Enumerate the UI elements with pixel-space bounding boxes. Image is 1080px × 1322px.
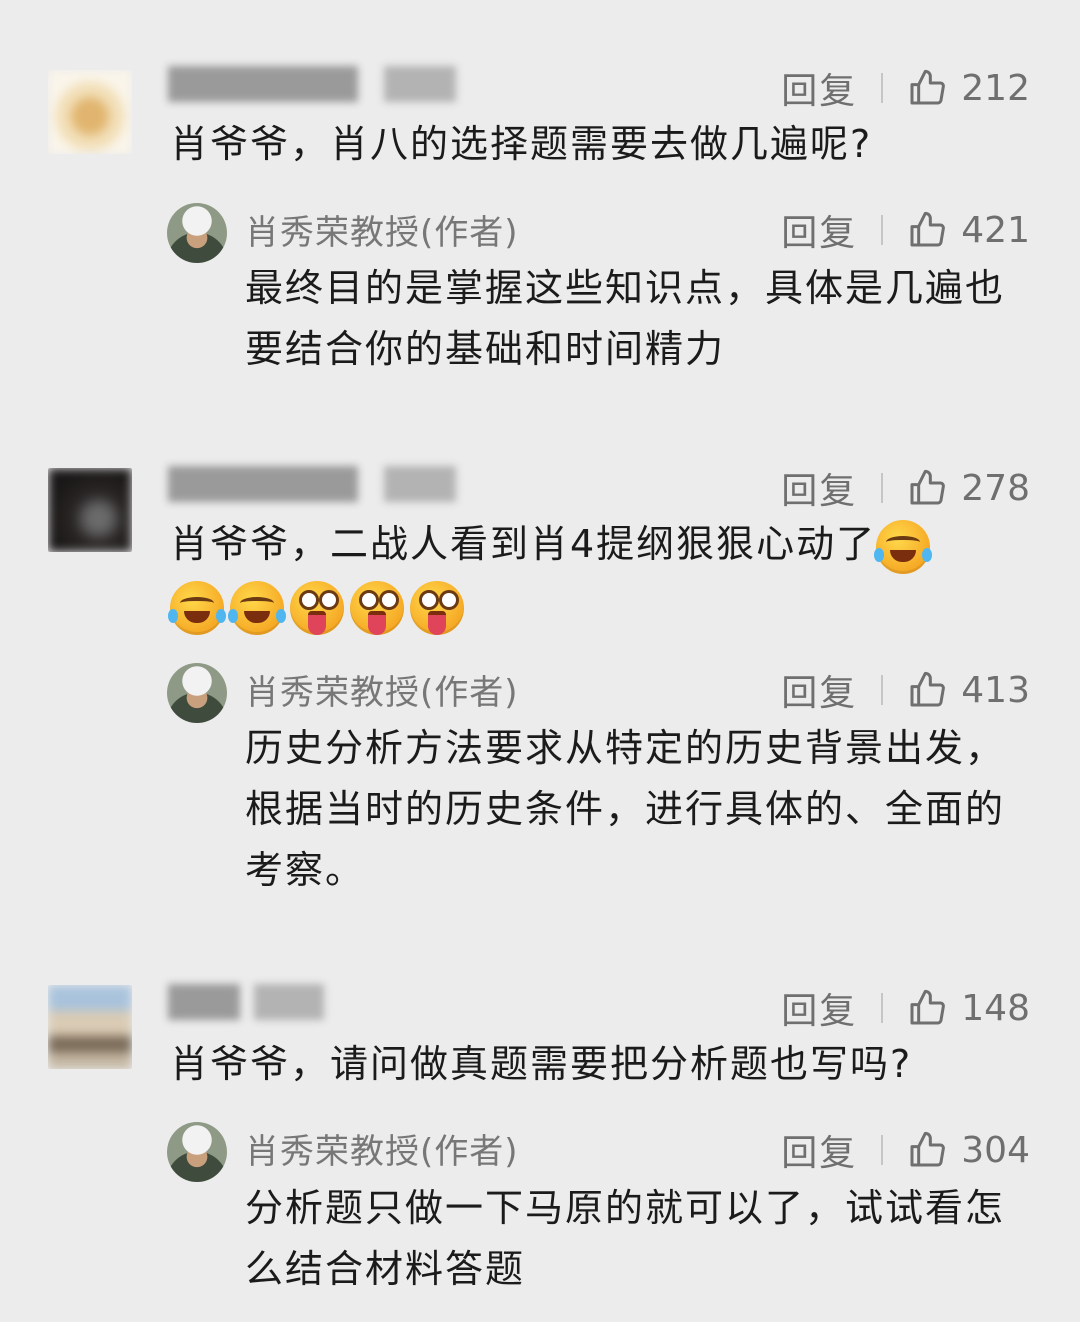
thumbs-up-icon[interactable] <box>907 1130 947 1170</box>
author-name[interactable]: 肖秀荣教授(作者) <box>245 665 519 714</box>
author-name[interactable]: 肖秀荣教授(作者) <box>245 1124 519 1173</box>
author-avatar[interactable] <box>167 203 227 263</box>
reply-text: 最终目的是掌握这些知识点，具体是几遍也要结合你的基础和时间精力 <box>245 266 1006 371</box>
like-count: 278 <box>961 467 1030 509</box>
thumbs-up-icon[interactable] <box>907 988 947 1028</box>
username-blurred[interactable] <box>168 466 458 502</box>
user-avatar[interactable] <box>48 70 132 154</box>
like-count: 148 <box>961 987 1030 1029</box>
thumbs-up-icon[interactable] <box>907 68 947 108</box>
author-avatar[interactable] <box>167 1122 227 1182</box>
reply-actions: 回复 413 <box>781 664 1030 716</box>
reply-button[interactable]: 回复 <box>781 664 857 716</box>
reply-button[interactable]: 回复 <box>781 982 857 1034</box>
reply-text: 历史分析方法要求从特定的历史背景出发，根据当时的历史条件，进行具体的、全面的考察… <box>245 726 1006 892</box>
divider <box>881 473 884 503</box>
divider <box>881 73 884 103</box>
reply-text: 分析题只做一下马原的就可以了，试试看怎么结合材料答题 <box>245 1186 1006 1291</box>
divider <box>881 993 884 1023</box>
thumbs-up-icon[interactable] <box>907 670 947 710</box>
comment-actions: 回复 278 <box>781 462 1030 514</box>
thumbs-up-icon[interactable] <box>907 468 947 508</box>
like-count: 421 <box>961 209 1030 251</box>
reply-button[interactable]: 回复 <box>781 1124 857 1176</box>
tongue-out-emoji-icon <box>350 580 404 635</box>
user-avatar[interactable] <box>48 468 132 552</box>
username-blurred[interactable] <box>168 984 328 1020</box>
tongue-out-emoji-icon <box>410 580 464 635</box>
like-count: 304 <box>961 1129 1030 1171</box>
author-name[interactable]: 肖秀荣教授(作者) <box>245 205 519 254</box>
laugh-tears-emoji-icon <box>168 580 226 635</box>
reply-button[interactable]: 回复 <box>781 62 857 114</box>
comment-text: 肖爷爷，肖八的选择题需要去做几遍呢? <box>170 122 873 166</box>
laugh-tears-emoji-icon <box>228 580 286 635</box>
username-blurred[interactable] <box>168 66 458 102</box>
divider <box>881 215 884 245</box>
like-count: 212 <box>961 67 1030 109</box>
user-avatar[interactable] <box>48 985 132 1069</box>
comment-text: 肖爷爷，二战人看到肖4提纲狠狠心动了 <box>168 514 1040 636</box>
like-count: 413 <box>961 669 1030 711</box>
comment-actions: 回复 212 <box>781 62 1030 114</box>
divider <box>881 675 884 705</box>
reply-actions: 回复 421 <box>781 204 1030 256</box>
reply-button[interactable]: 回复 <box>781 462 857 514</box>
tongue-out-emoji-icon <box>290 580 344 635</box>
comment-actions: 回复 148 <box>781 982 1030 1034</box>
laugh-tears-emoji-icon <box>874 519 933 574</box>
comment-text-content: 肖爷爷，二战人看到肖4提纲狠狠心动了 <box>170 522 877 566</box>
reply-actions: 回复 304 <box>781 1124 1030 1176</box>
author-avatar[interactable] <box>167 663 227 723</box>
divider <box>881 1135 884 1165</box>
reply-button[interactable]: 回复 <box>781 204 857 256</box>
thumbs-up-icon[interactable] <box>907 210 947 250</box>
comment-text: 肖爷爷，请问做真题需要把分析题也写吗? <box>170 1042 913 1086</box>
